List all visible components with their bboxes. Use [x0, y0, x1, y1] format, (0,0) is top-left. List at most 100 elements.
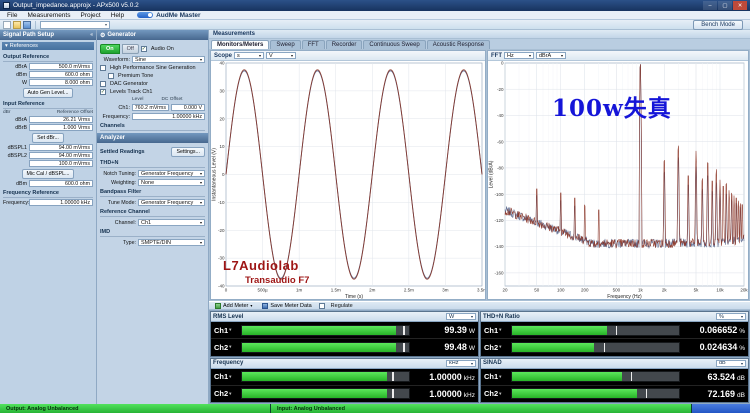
save-icon	[262, 303, 268, 309]
checkbox-levels-track-ch1[interactable]	[100, 89, 106, 95]
menu-help[interactable]: Help	[106, 12, 129, 19]
add-meter-button[interactable]: Add Meter ▾	[212, 302, 255, 310]
field-input-dbm[interactable]: 600.0 ohm	[29, 180, 93, 187]
field-input-w[interactable]: 8.000 ohm	[29, 79, 93, 86]
field-label-dbm: dBm	[3, 72, 29, 78]
tab-continuous-sweep[interactable]: Continuous Sweep	[363, 40, 425, 49]
input-status: Input: Analog Unbalanced	[271, 404, 691, 413]
svg-text:30: 30	[219, 88, 225, 93]
tab-fft[interactable]: FFT	[302, 40, 325, 49]
button-set-dbr[interactable]: Set dBr...	[32, 133, 64, 143]
save-meter-data-label: Save Meter Data	[270, 303, 311, 309]
scope-header: Scope s V	[211, 51, 485, 61]
option-row-dac-generator: DAC Generator	[100, 81, 205, 87]
channel-select[interactable]: Ch1	[484, 326, 508, 335]
scope-y-unit-select[interactable]: V	[266, 52, 296, 59]
save-project-icon[interactable]	[23, 21, 31, 29]
field-input-dbspl2[interactable]: 94.00 mVrms	[29, 152, 93, 159]
option-row-high-performance-sine-generation: High Performance Sine Generation	[100, 65, 205, 71]
menu-file[interactable]: File	[2, 12, 22, 19]
generator-on-button[interactable]: On	[100, 44, 120, 54]
generator-content: On Off Audio On Waveform: Sine High Perf…	[97, 40, 208, 133]
field-input-value[interactable]: 100.0 mVrms	[29, 160, 93, 167]
checkbox-premium-tone[interactable]	[108, 73, 114, 79]
save-meter-data-button[interactable]: Save Meter Data	[259, 302, 314, 310]
channel-select[interactable]: Ch2	[214, 389, 238, 398]
label-weighting: Weighting:	[100, 180, 136, 186]
meter-unit-select[interactable]: %	[716, 313, 746, 320]
button-auto-gen-level[interactable]: Auto Gen Level...	[23, 88, 74, 98]
checkbox-high-performance-sine-generation[interactable]	[100, 65, 106, 71]
svg-text:Level (dBrA): Level (dBrA)	[489, 160, 495, 188]
svg-text:-60: -60	[497, 139, 504, 144]
titlebar: Output_impedance.approjx - APx500 v5.0.2…	[0, 0, 750, 11]
regulate-checkbox[interactable]	[319, 303, 325, 309]
select-type[interactable]: SMPTE/DIN	[138, 239, 205, 246]
button-mic-cal-dbspl[interactable]: Mic Cal / dBSPL...	[22, 169, 75, 179]
svg-text:-100: -100	[494, 192, 504, 197]
generator-off-button[interactable]: Off	[122, 44, 139, 54]
channel-select[interactable]: Ch1	[214, 326, 238, 335]
scope-x-unit-select[interactable]: s	[234, 52, 264, 59]
statusbar: Output: Analog Unbalanced Input: Analog …	[0, 404, 750, 413]
maximize-button[interactable]: ▢	[718, 1, 732, 10]
meter-unit-select[interactable]: dB	[716, 360, 746, 367]
tab-monitors-meters[interactable]: Monitors/Meters	[211, 40, 269, 49]
select-tune-mode[interactable]: Generator Frequency	[138, 199, 205, 206]
meter-bar-fill	[512, 326, 607, 335]
tab-sweep[interactable]: Sweep	[270, 40, 300, 49]
level-input[interactable]: 760.2 mVrms	[132, 104, 169, 111]
open-project-icon[interactable]	[13, 21, 21, 29]
collapse-panel-icon[interactable]: «	[90, 32, 93, 38]
references-header[interactable]: ▾ References	[2, 42, 94, 50]
select-channel[interactable]: Ch1	[138, 219, 205, 226]
field-input-dbra[interactable]: 26.21 Vrms	[29, 116, 93, 123]
generator-frequency-input[interactable]: 1.00000 kHz	[132, 113, 205, 120]
field-label-dbra: dBrA	[3, 117, 29, 123]
select-notch-tuning[interactable]: Generator Frequency	[138, 170, 205, 177]
field-input-dbra[interactable]: 500.0 mVrms	[29, 63, 93, 70]
tab-recorder[interactable]: Recorder	[326, 40, 363, 49]
analyzer-sections: THD+NNotch Tuning:Generator FrequencyWei…	[100, 160, 205, 246]
field-input-frequency[interactable]: 1.00000 kHz	[29, 199, 93, 206]
select-weighting[interactable]: None	[138, 179, 205, 186]
field-input-dbspl1[interactable]: 94.00 mVrms	[29, 144, 93, 151]
svg-text:Instantaneous Level (V): Instantaneous Level (V)	[212, 148, 218, 201]
meter-value-number: 0.066652	[700, 325, 738, 335]
master-toggle[interactable]	[137, 12, 153, 18]
channel-select[interactable]: Ch2	[214, 343, 238, 352]
field-row-dbrb: dBrB1.000 Vrms	[3, 124, 93, 131]
menu-project[interactable]: Project	[75, 12, 105, 19]
channel-select[interactable]: Ch1	[484, 372, 508, 381]
waveform-select[interactable]: Sine	[132, 56, 205, 63]
tab-acoustic-response[interactable]: Acoustic Response	[427, 40, 490, 49]
meter-header-rms-level: RMS LevelW	[211, 312, 478, 322]
bench-mode-button[interactable]: Bench Mode	[693, 20, 743, 30]
meter-unit-select[interactable]: W	[446, 313, 476, 320]
channel-select[interactable]: Ch2	[484, 343, 508, 352]
meter-value-unit: %	[739, 328, 745, 335]
channel-select[interactable]: Ch1	[214, 372, 238, 381]
dc-offset-input[interactable]: 0.000 V	[171, 104, 205, 111]
minimize-button[interactable]: –	[703, 1, 717, 10]
field-input-dbrb[interactable]: 1.000 Vrms	[29, 124, 93, 131]
field-input-dbm[interactable]: 600.0 ohm	[29, 71, 93, 78]
audio-on-checkbox[interactable]	[141, 46, 147, 52]
meter-unit-select[interactable]: kHz	[446, 360, 476, 367]
field-row-w: W8.000 ohm	[3, 79, 93, 86]
checkbox-dac-generator[interactable]	[100, 81, 106, 87]
toolbar-dropdown[interactable]	[40, 21, 110, 29]
settings-button[interactable]: Settings...	[171, 147, 205, 157]
settled-readings-row: Settled Readings Settings...	[100, 147, 205, 157]
channel-select[interactable]: Ch2	[484, 389, 508, 398]
svg-text:1k: 1k	[638, 288, 644, 293]
close-button[interactable]: ✕	[733, 1, 747, 10]
meter-value: 0.024634%	[683, 342, 745, 352]
app-icon	[3, 2, 10, 9]
new-project-icon[interactable]	[3, 21, 11, 29]
menu-measurements[interactable]: Measurements	[22, 12, 75, 19]
fft-x-unit-select[interactable]: Hz	[504, 52, 534, 59]
svg-text:40: 40	[219, 61, 225, 66]
fft-y-unit-select[interactable]: dBrA	[536, 52, 566, 59]
signal-path-panel: Signal Path Setup « ▾ References Output …	[0, 30, 97, 404]
